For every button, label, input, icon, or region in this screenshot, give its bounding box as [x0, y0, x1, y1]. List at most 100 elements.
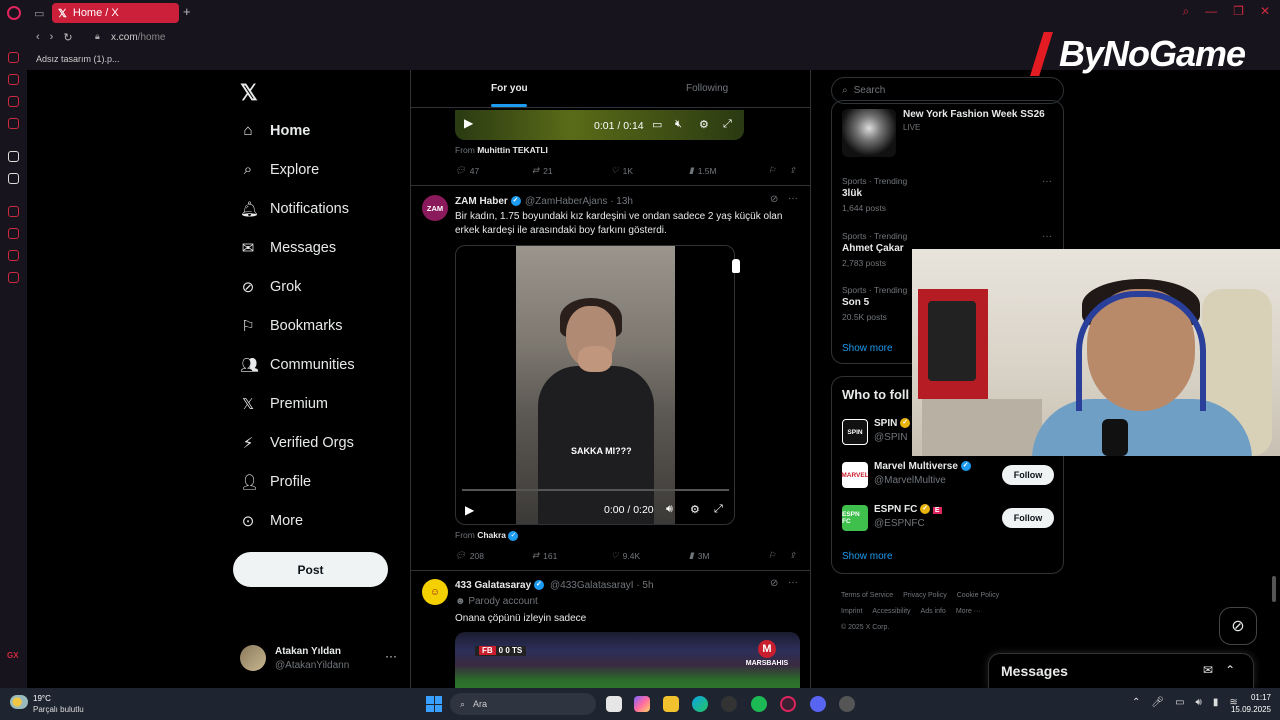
- avatar[interactable]: ZAM: [422, 195, 448, 221]
- nav-bookmarks[interactable]: ⚐ Bookmarks: [240, 317, 342, 335]
- nav-notifications[interactable]: 🔔︎ Notifications: [240, 200, 349, 218]
- trend-name[interactable]: Son 5: [842, 297, 869, 308]
- video-player[interactable]: SAKKA MI??? ▶ 0:00 / 0:20 🔊︎ ⚙ ⤢: [455, 245, 735, 525]
- spotify-icon[interactable]: [751, 696, 767, 712]
- nav-premium[interactable]: 𝕏 Premium: [240, 395, 328, 413]
- new-tab-button[interactable]: +: [183, 4, 191, 19]
- live-event-thumbnail[interactable]: [842, 109, 896, 157]
- nav-more[interactable]: ⊙ More: [240, 512, 303, 530]
- clock-time[interactable]: 01:17: [1235, 693, 1271, 702]
- live-event-title[interactable]: New York Fashion Week SS26: [903, 109, 1045, 120]
- nav-messages[interactable]: ✉ Messages: [240, 239, 336, 257]
- maximize-button[interactable]: ❐: [1233, 4, 1244, 19]
- play-icon[interactable]: ▶: [465, 503, 474, 517]
- repost-button[interactable]: ⇄ 161: [532, 550, 557, 561]
- task-view-icon[interactable]: [606, 696, 622, 712]
- tab-following[interactable]: Following: [686, 83, 728, 94]
- instagram-icon[interactable]: [8, 96, 19, 107]
- nav-verified-orgs[interactable]: ⚡︎ Verified Orgs: [240, 434, 354, 452]
- x-logo-icon[interactable]: 𝕏: [240, 80, 258, 106]
- grok-explain-icon[interactable]: ⊘: [770, 194, 778, 205]
- footer-terms[interactable]: Terms of Service: [841, 592, 893, 599]
- avatar[interactable]: ☺: [422, 579, 448, 605]
- grok-explain-icon[interactable]: ⊘: [770, 578, 778, 589]
- forward-icon[interactable]: ›: [50, 31, 54, 44]
- opera-logo-icon[interactable]: [7, 6, 21, 20]
- start-button[interactable]: [426, 696, 442, 712]
- chevron-up-icon[interactable]: ⌃: [1132, 697, 1140, 708]
- footer-ads[interactable]: Ads info: [921, 608, 946, 615]
- nav-communities[interactable]: 👥︎ Communities: [240, 356, 355, 374]
- microphone-icon[interactable]: 🎤︎: [1151, 697, 1164, 708]
- trend-name[interactable]: 3lük: [842, 188, 862, 199]
- close-button[interactable]: ✕: [1260, 4, 1270, 19]
- reply-button[interactable]: 💬︎ 208: [455, 550, 484, 561]
- nav-profile[interactable]: 👤︎ Profile: [240, 473, 311, 491]
- footer-cookie[interactable]: Cookie Policy: [957, 592, 999, 599]
- suggestion-name[interactable]: ESPN FC ✓ E: [874, 504, 942, 515]
- tweet-media[interactable]: FB 0 0 TS M MARSBAHIS: [455, 632, 800, 688]
- like-button[interactable]: ♡ 9.4K: [611, 550, 640, 561]
- battery-icon[interactable]: ▮: [1213, 697, 1219, 708]
- taskbar-search[interactable]: ⌕ Ara: [450, 693, 596, 715]
- search-tabs-icon[interactable]: ⌕: [1182, 4, 1189, 19]
- nav-home[interactable]: ⌂ Home: [240, 122, 310, 139]
- suggestion-name[interactable]: SPIN ✓: [874, 418, 911, 429]
- discord-icon[interactable]: [810, 696, 826, 712]
- author-handle[interactable]: @433GalatasarayI: [550, 580, 634, 591]
- settings-icon[interactable]: [8, 272, 19, 283]
- from-name[interactable]: Muhittin TEKATLI: [477, 145, 548, 155]
- post-button[interactable]: Post: [233, 552, 388, 587]
- opera-gx-icon[interactable]: [780, 696, 796, 712]
- author-handle[interactable]: @ZamHaberAjans: [525, 196, 607, 207]
- trends-show-more[interactable]: Show more: [842, 343, 893, 354]
- trend-name[interactable]: Ahmet Çakar: [842, 243, 904, 254]
- account-switcher[interactable]: Atakan Yıldan @AtakanYildann ···: [240, 644, 405, 674]
- follow-button[interactable]: Follow: [1002, 465, 1054, 485]
- clock-date[interactable]: 15.09.2025: [1226, 705, 1271, 714]
- trend-more-icon[interactable]: ···: [1042, 176, 1052, 187]
- tweet-author[interactable]: ZAM Haber ✓: [455, 196, 521, 207]
- browser-tab-home[interactable]: 𝕏 Home / X: [52, 3, 179, 23]
- messages-drawer[interactable]: Messages ✉ ⌃: [988, 653, 1254, 688]
- video-player[interactable]: ▶ 0:01 / 0:14 ▭ 🔇︎ ⚙ ⤢: [455, 110, 744, 140]
- tweet-more-icon[interactable]: ···: [788, 577, 798, 588]
- bookmark-button[interactable]: ⚐: [768, 550, 776, 561]
- tab-for-you[interactable]: For you: [491, 83, 528, 94]
- dell-icon[interactable]: [721, 696, 737, 712]
- display-icon[interactable]: ▭: [1175, 697, 1184, 708]
- share-button[interactable]: ⇪: [789, 165, 796, 176]
- footer-more[interactable]: More ···: [956, 608, 981, 615]
- expand-icon[interactable]: ⌃: [1225, 663, 1235, 677]
- nav-explore[interactable]: ⌕ Explore: [240, 161, 319, 178]
- who-show-more[interactable]: Show more: [842, 551, 893, 562]
- like-button[interactable]: ♡ 1K: [611, 165, 633, 176]
- mute-icon[interactable]: 🔇︎: [675, 118, 682, 131]
- copilot-icon[interactable]: [634, 696, 650, 712]
- reply-button[interactable]: 💬︎ 47: [455, 165, 479, 176]
- fullscreen-icon[interactable]: ⤢: [714, 503, 723, 516]
- reload-icon[interactable]: ↻: [63, 31, 72, 44]
- bookmark-button[interactable]: ⚐: [768, 165, 776, 176]
- minimize-button[interactable]: —: [1205, 4, 1217, 19]
- play-icon[interactable]: ▶: [464, 116, 473, 130]
- fullscreen-icon[interactable]: ⤢: [723, 118, 732, 131]
- avatar[interactable]: ESPN FC: [842, 505, 868, 531]
- nav-grok[interactable]: ⊘ Grok: [240, 278, 302, 296]
- player-icon[interactable]: [8, 206, 19, 217]
- avatar[interactable]: SPIN: [842, 419, 868, 445]
- flow-icon[interactable]: [8, 118, 19, 129]
- suggestion-name[interactable]: Marvel Multiverse ✓: [874, 461, 971, 472]
- grok-float-button[interactable]: ⊘: [1219, 607, 1257, 645]
- captions-icon[interactable]: ▭: [652, 118, 662, 131]
- new-message-icon[interactable]: ✉: [1203, 663, 1213, 677]
- repost-button[interactable]: ⇄ 21: [532, 165, 553, 176]
- share-button[interactable]: ⇪: [789, 550, 796, 561]
- from-name[interactable]: Chakra: [477, 530, 506, 540]
- gx-icon[interactable]: GX: [7, 651, 19, 660]
- x-sidebar-icon[interactable]: [8, 173, 19, 184]
- tweet-author[interactable]: 433 Galatasaray ✓: [455, 580, 544, 591]
- footer-privacy[interactable]: Privacy Policy: [903, 592, 947, 599]
- back-icon[interactable]: ‹: [36, 31, 40, 44]
- tab-manager-icon[interactable]: ▭: [34, 7, 44, 20]
